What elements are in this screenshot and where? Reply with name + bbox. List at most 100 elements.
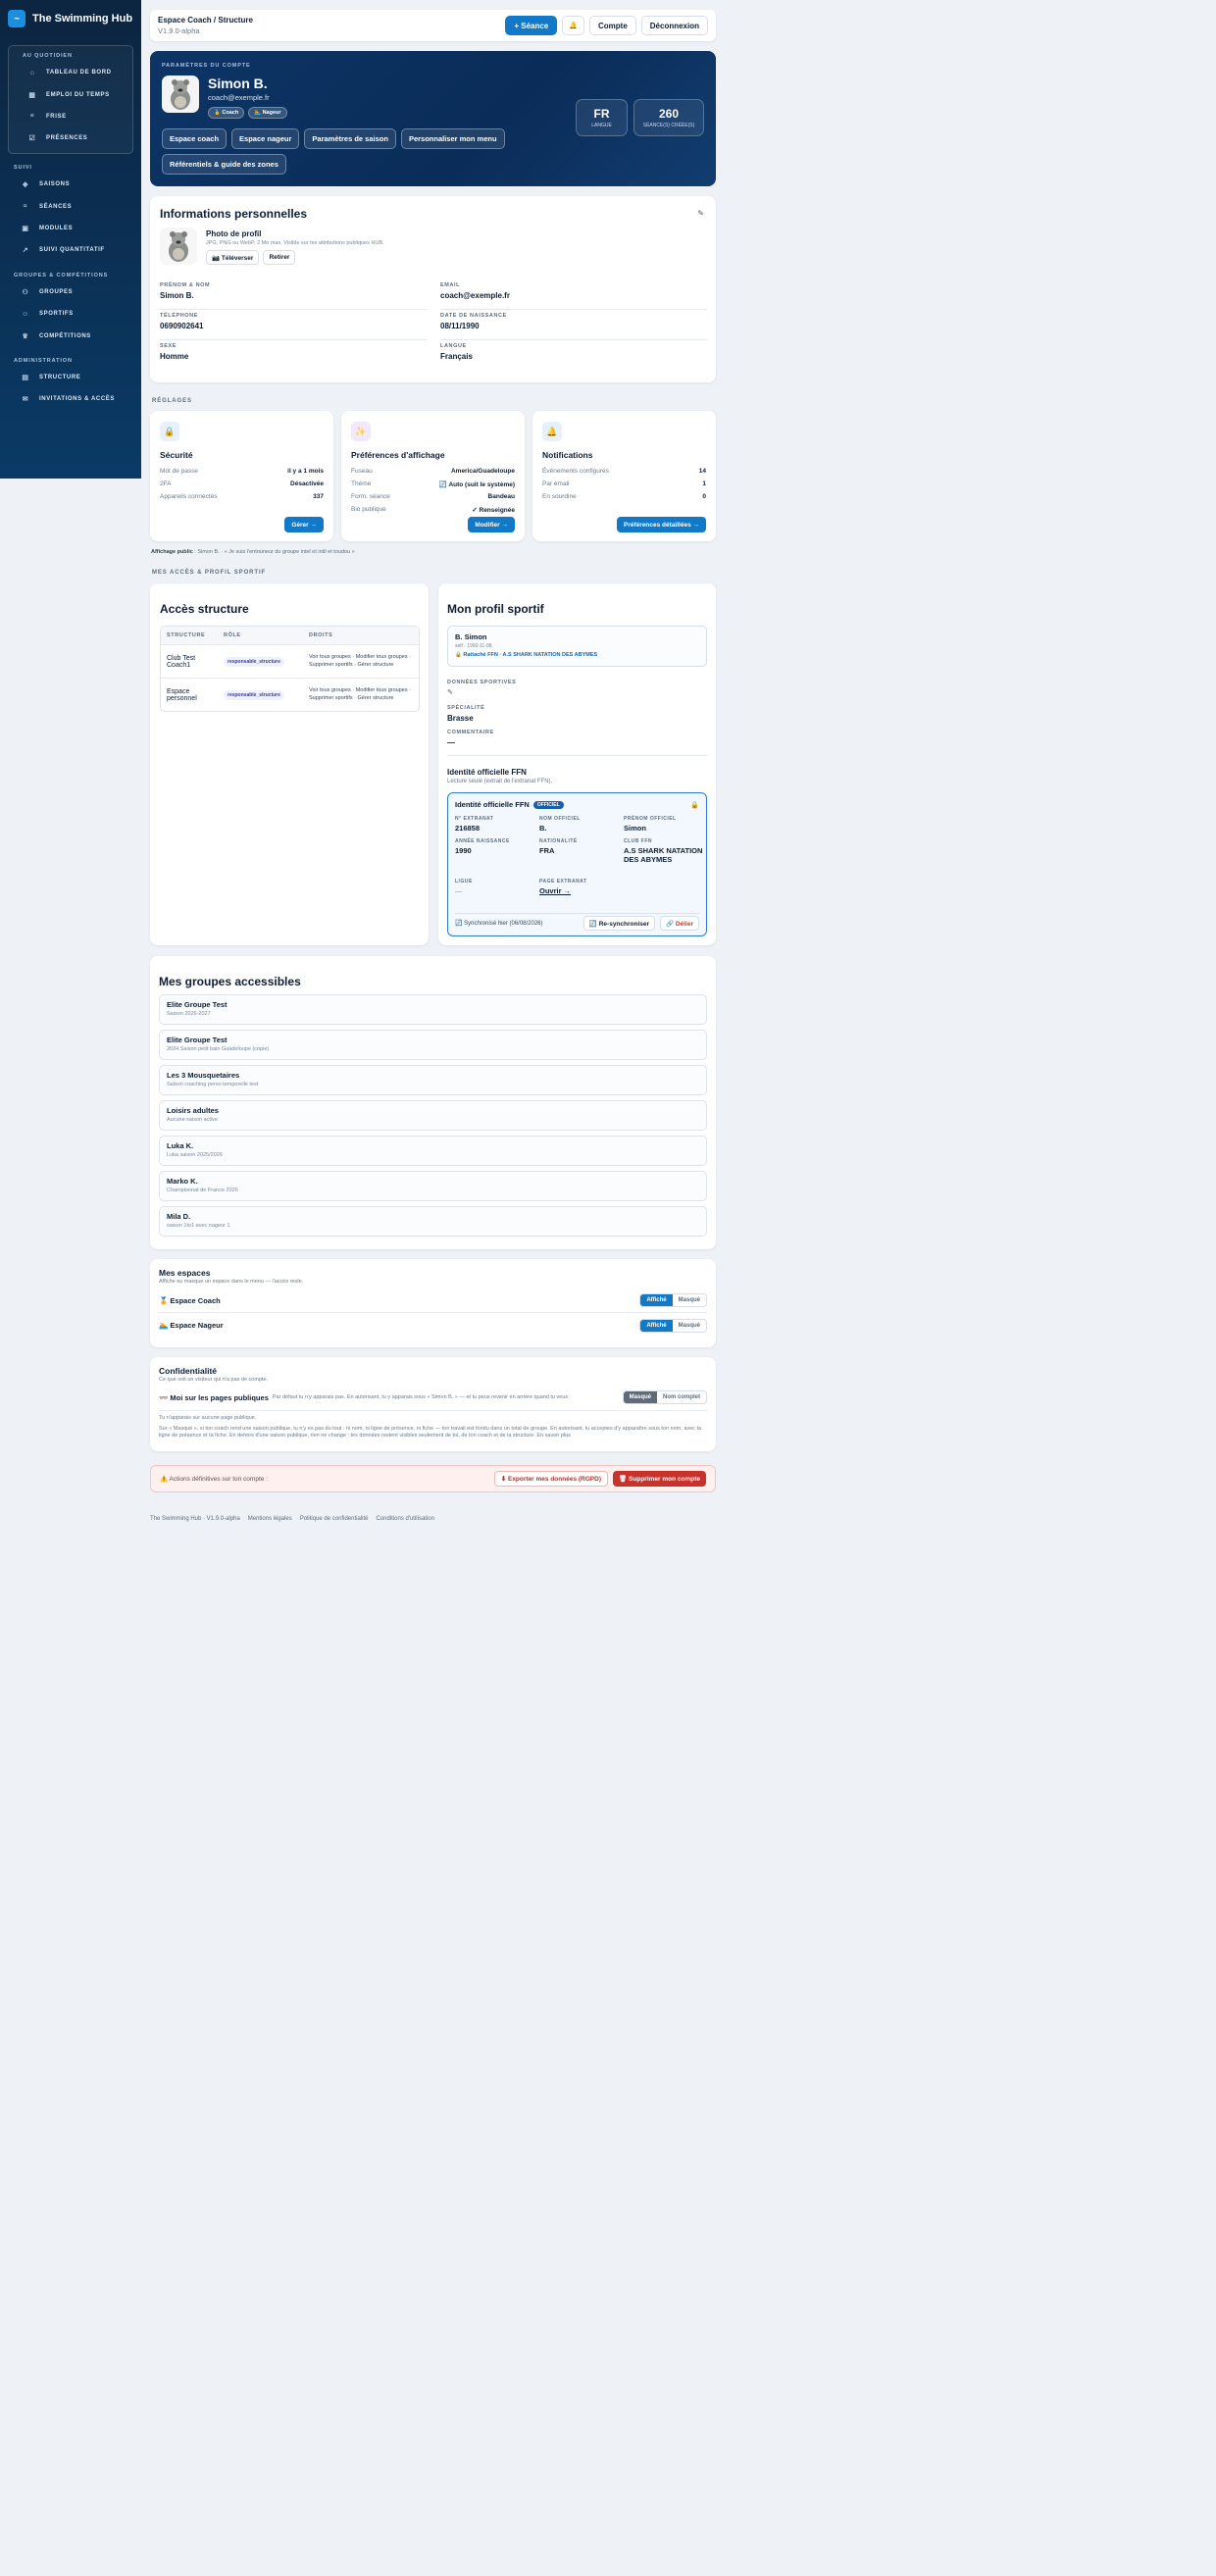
ffn-field-label: PRÉNOM OFFICIEL — [624, 816, 677, 822]
privacy-status: Tu n'apparais sur aucune page publique. — [159, 1415, 257, 1421]
section-title: SUIVI — [14, 165, 32, 171]
group-item[interactable]: Mila D. saison 1to1 avec nageur 1 — [159, 1206, 707, 1237]
sidebar-item-groupes[interactable]: ⚇ GROUPES — [0, 281, 141, 303]
settings-card-button[interactable]: Modifier → — [468, 517, 515, 532]
sidebar-item-label: SÉANCES — [39, 203, 73, 210]
role-cell: responsable_structure — [218, 656, 303, 667]
field-label: PRÉNOM & NOM — [160, 282, 211, 288]
account-button[interactable]: Compte — [588, 16, 636, 35]
privacy-explanation: Sur « Masqué », si ton coach rend une sa… — [159, 1425, 702, 1440]
group-season: 2024 Saison petit bain Guadeloupe (copie… — [167, 1046, 270, 1052]
group-item[interactable]: Marko K. Championnat de France 2026 — [159, 1171, 707, 1201]
brand[interactable]: ~ The Swimming Hub — [0, 0, 141, 37]
profile-name: Simon B. — [208, 76, 268, 91]
sessions-stat: 260 SÉANCE(S) CRÉÉE(S) — [633, 99, 704, 136]
public-pages-label: 👓 Moi sur les pages publiques — [159, 1392, 269, 1402]
sidebar-item-comp-titions[interactable]: ♕ COMPÉTITIONS — [0, 325, 141, 346]
ffn-field-value[interactable]: Ouvrir → — [539, 886, 624, 895]
full-name-option[interactable]: Nom complet — [656, 1391, 706, 1403]
bell-icon[interactable]: 🔔 — [562, 16, 584, 35]
stat-label: LANGUE — [591, 123, 612, 128]
ffn-field-value: 216858 — [455, 824, 481, 833]
profile-email: coach@exemple.fr — [208, 93, 270, 102]
sidebar-item-saisons[interactable]: ◈ SAISONS — [0, 174, 141, 195]
sidebar-section: ADMINISTRATION ▤ STRUCTURE ✉ INVITATIONS & A… — [0, 355, 141, 411]
sidebar-item-sportifs[interactable]: ☺ SPORTIFS — [0, 303, 141, 325]
sidebar-item-emploi-du-temps[interactable]: ▦ EMPLOI DU TEMPS — [9, 83, 132, 105]
new-session-button[interactable]: + Séance — [505, 16, 558, 35]
sidebar-item-s-ances[interactable]: ≈ SÉANCES — [0, 195, 141, 217]
pencil-icon[interactable]: ✎ — [697, 209, 704, 218]
athlete-summary: B. Simon self · 1990-11-08 🔒 Rattaché FF… — [447, 626, 707, 667]
group-name: Loisirs adultes — [167, 1106, 219, 1115]
visibility-toggle[interactable]: Affiché Masqué — [639, 1293, 707, 1307]
customize-menu-button[interactable]: Personnaliser mon menu — [400, 128, 505, 149]
settings-row: Thème 🔄 Auto (suit le système) — [351, 478, 515, 490]
ffn-field-label: N° EXTRANAT — [455, 816, 494, 822]
version-label: V1.9.0-alpha — [158, 26, 200, 35]
resync-button[interactable]: 🔄 Re-synchroniser — [583, 916, 656, 931]
waves-icon: ≈ — [23, 203, 28, 211]
account-hero: PARAMÈTRES DU COMPTE Simon B. coach@exem… — [150, 51, 716, 186]
logout-button[interactable]: Déconnexion — [640, 16, 708, 35]
remove-photo-button[interactable]: Retirer — [263, 250, 296, 265]
sidebar-item-invitations-acc-s[interactable]: ✉ INVITATIONS & ACCÈS — [0, 388, 141, 410]
sidebar-item-label: EMPLOI DU TEMPS — [46, 91, 110, 98]
shown-option[interactable]: Affiché — [640, 1294, 673, 1306]
timeline-icon: ≡ — [29, 113, 35, 121]
hidden-option[interactable]: Masqué — [623, 1391, 657, 1403]
privacy-link[interactable]: Politique de confidentialité — [300, 1516, 369, 1522]
public-pages-note: Par défaut tu n'y apparais pas. En autor… — [272, 1394, 570, 1400]
pencil-icon[interactable]: ✎ — [447, 688, 707, 696]
group-item[interactable]: Elite Groupe Test Saison 2026-2027 — [159, 994, 707, 1025]
legal-link[interactable]: Mentions légales — [248, 1516, 292, 1522]
coach-space-button[interactable]: Espace coach — [162, 128, 228, 149]
delete-account-button[interactable]: 🗑 Supprimer mon compte — [612, 1471, 706, 1487]
unlink-button[interactable]: 🔗 Délier — [660, 916, 699, 931]
shown-option[interactable]: Affiché — [640, 1319, 673, 1332]
group-item[interactable]: Elite Groupe Test 2024 Saison petit bain … — [159, 1030, 707, 1060]
ffn-field: LIGUE — — [455, 879, 539, 901]
sidebar-item-label: SAISONS — [39, 181, 71, 188]
group-item[interactable]: Loisirs adultes Aucune saison active — [159, 1100, 707, 1131]
public-prefix: Affichage public — [151, 549, 193, 555]
group-item[interactable]: Les 3 Mousquetaires Saison coaching perso… — [159, 1065, 707, 1095]
public-visibility-toggle[interactable]: Masqué Nom complet — [622, 1390, 707, 1404]
export-data-button[interactable]: ⬇ Exporter mes données (RGPD) — [493, 1471, 608, 1487]
settings-rows: Mot de passe il y a 1 mois 2FA Désactivée Ap… — [160, 465, 324, 503]
profile-field: TÉLÉPHONE 0690902641 — [160, 310, 427, 340]
user-icon: ☺ — [22, 310, 29, 318]
privacy-title: Confidentialité — [159, 1366, 218, 1376]
comment-value: — — [447, 738, 455, 747]
ffn-field-value: — — [455, 886, 463, 895]
sidebar-item-label: PRÉSENCES — [46, 135, 88, 142]
sidebar-item-tableau-de-bord[interactable]: ⌂ TABLEAU DE BORD — [9, 62, 132, 83]
column-header: STRUCTURE — [167, 632, 206, 638]
visibility-toggle[interactable]: Affiché Masqué — [639, 1318, 707, 1333]
sidebar-item-modules[interactable]: ▣ MODULES — [0, 218, 141, 239]
sidebar-item-suivi-quantitatif[interactable]: ↗ SUIVI QUANTITATIF — [0, 239, 141, 261]
field-value: Simon B. — [160, 291, 194, 300]
settings-card-button[interactable]: Gérer → — [284, 517, 324, 532]
settings-card-button[interactable]: Préférences détaillées → — [617, 517, 706, 532]
hidden-option[interactable]: Masqué — [672, 1294, 706, 1306]
sidebar-item-frise[interactable]: ≡ FRISE — [9, 106, 132, 127]
sidebar-item-pr-sences[interactable]: ☑ PRÉSENCES — [9, 127, 132, 149]
zones-guide-button[interactable]: Référentiels & guide des zones — [162, 154, 286, 175]
sidebar-item-structure[interactable]: ▤ STRUCTURE — [0, 367, 141, 388]
setting-value: 0 — [702, 493, 706, 500]
privacy-card: Confidentialité Ce que voit un visiteur … — [150, 1357, 716, 1451]
setting-value: Bandeau — [487, 493, 515, 500]
profile-field: PRÉNOM & NOM Simon B. — [160, 279, 427, 310]
public-text: : Simon B. · « Je suis l'entraineur du g… — [192, 549, 355, 555]
profile-field: LANGUE Français — [440, 340, 707, 371]
swimmer-space-button[interactable]: Espace nageur — [231, 128, 300, 149]
group-item[interactable]: Luka K. Luka saison 2025/2026 — [159, 1136, 707, 1166]
upload-photo-button[interactable]: 📷 Téléverser — [206, 250, 260, 265]
hidden-option[interactable]: Masqué — [672, 1319, 706, 1332]
season-settings-button[interactable]: Paramètres de saison — [304, 128, 396, 149]
terms-link[interactable]: Conditions d'utilisation — [376, 1516, 434, 1522]
group-name: Mila D. — [167, 1212, 191, 1221]
trend-icon: ↗ — [22, 247, 29, 255]
ffn-field-label: PAGE EXTRANAT — [539, 879, 587, 884]
